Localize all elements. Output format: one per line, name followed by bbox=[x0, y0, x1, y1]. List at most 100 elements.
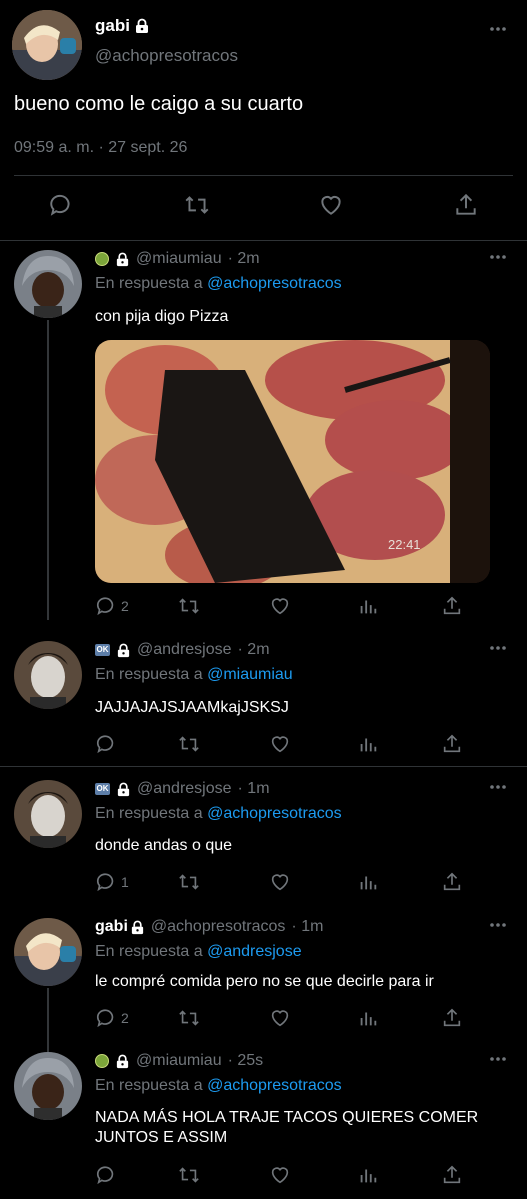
share-icon[interactable] bbox=[453, 192, 479, 218]
in-reply-to-link[interactable]: @miaumiau bbox=[207, 666, 293, 683]
divider bbox=[14, 175, 513, 176]
reply-time[interactable]: · 2m bbox=[238, 641, 270, 659]
more-icon[interactable] bbox=[489, 254, 507, 260]
avatar[interactable] bbox=[14, 918, 82, 986]
lock-icon bbox=[116, 643, 131, 658]
views-icon[interactable] bbox=[357, 871, 379, 893]
like-icon[interactable] bbox=[269, 595, 291, 617]
views-icon[interactable] bbox=[357, 1164, 379, 1186]
reply-text: JAJJAJAJSJAAMkajJSKSJ bbox=[95, 699, 289, 716]
more-icon[interactable] bbox=[489, 1056, 507, 1062]
share-icon[interactable] bbox=[441, 1164, 463, 1186]
lock-icon bbox=[116, 782, 131, 797]
reply-time[interactable]: · 1m bbox=[291, 918, 323, 936]
tweet-text: bueno como le caigo a su cuarto bbox=[14, 93, 304, 115]
reply-text: le compré comida pero no se que decirle … bbox=[95, 973, 434, 990]
tweet-timestamp[interactable]: 09:59 a. m. · 27 sept. 26 bbox=[14, 139, 187, 157]
in-reply-to: En respuesta a @miaumiau bbox=[95, 666, 293, 684]
divider bbox=[0, 240, 527, 241]
author-name-text: gabi bbox=[95, 16, 130, 35]
reply-handle[interactable]: @andresjose bbox=[137, 641, 232, 659]
more-icon[interactable] bbox=[489, 645, 507, 651]
reply-icon[interactable]: 1 bbox=[95, 871, 129, 893]
media-image[interactable]: 22:41 bbox=[95, 340, 490, 583]
avatar[interactable] bbox=[12, 10, 82, 80]
in-reply-prefix: En respuesta a bbox=[95, 666, 203, 683]
in-reply-prefix: En respuesta a bbox=[95, 1077, 203, 1094]
avatar[interactable] bbox=[14, 250, 82, 318]
media-timestamp: 22:41 bbox=[388, 537, 421, 552]
in-reply-to: En respuesta a @achopresotracos bbox=[95, 1077, 342, 1095]
reply-handle[interactable]: @andresjose bbox=[137, 780, 232, 798]
reply-count: 2 bbox=[121, 1010, 129, 1026]
in-reply-to-link[interactable]: @achopresotracos bbox=[207, 805, 342, 822]
thread-line bbox=[47, 988, 49, 1052]
retweet-icon[interactable] bbox=[177, 1007, 201, 1029]
more-icon[interactable] bbox=[489, 26, 507, 32]
retweet-icon[interactable] bbox=[177, 733, 201, 755]
views-icon[interactable] bbox=[357, 1007, 379, 1029]
reply-handle[interactable]: @achopresotracos bbox=[151, 918, 286, 936]
in-reply-to: En respuesta a @achopresotracos bbox=[95, 275, 342, 293]
reply-icon[interactable]: 2 bbox=[95, 595, 129, 617]
reply-text: donde andas o que bbox=[95, 837, 233, 854]
like-icon[interactable] bbox=[318, 192, 344, 218]
views-icon[interactable] bbox=[357, 733, 379, 755]
share-icon[interactable] bbox=[441, 871, 463, 893]
like-icon[interactable] bbox=[269, 1164, 291, 1186]
reply-header: gabi @achopresotracos · 1m bbox=[95, 918, 323, 936]
in-reply-to-link[interactable]: @achopresotracos bbox=[207, 275, 342, 292]
reply-text: NADA MÁS HOLA TRAJE TACOS QUIERES COMER … bbox=[95, 1109, 479, 1146]
in-reply-to-link[interactable]: @andresjose bbox=[207, 943, 302, 960]
reply-header: OK @andresjose · 2m bbox=[95, 641, 270, 659]
lock-icon bbox=[130, 920, 145, 935]
reply-name[interactable]: gabi bbox=[95, 918, 128, 936]
reply-count: 2 bbox=[121, 598, 129, 614]
reply-time[interactable]: · 2m bbox=[228, 250, 260, 268]
in-reply-prefix: En respuesta a bbox=[95, 805, 203, 822]
tweet-actions bbox=[95, 1164, 475, 1188]
like-icon[interactable] bbox=[269, 871, 291, 893]
reply-icon[interactable]: 2 bbox=[95, 1007, 129, 1029]
author-handle[interactable]: @achopresotracos bbox=[95, 46, 238, 66]
reply-icon[interactable] bbox=[48, 192, 74, 218]
in-reply-to-link[interactable]: @achopresotracos bbox=[207, 1077, 342, 1094]
like-icon[interactable] bbox=[269, 733, 291, 755]
reply-icon[interactable] bbox=[95, 733, 121, 755]
reply-icon[interactable] bbox=[95, 1164, 121, 1186]
retweet-icon[interactable] bbox=[177, 1164, 201, 1186]
author-name[interactable]: gabi bbox=[95, 16, 150, 36]
retweet-icon[interactable] bbox=[183, 192, 211, 218]
retweet-icon[interactable] bbox=[177, 595, 201, 617]
reply-handle[interactable]: @miaumiau bbox=[136, 1052, 222, 1070]
ok-badge-icon: OK bbox=[95, 644, 110, 656]
share-icon[interactable] bbox=[441, 595, 463, 617]
avatar[interactable] bbox=[14, 1052, 82, 1120]
share-icon[interactable] bbox=[441, 1007, 463, 1029]
share-icon[interactable] bbox=[441, 733, 463, 755]
kiwi-badge-icon bbox=[95, 1054, 109, 1068]
lock-icon bbox=[115, 1054, 130, 1069]
reply-handle[interactable]: @miaumiau bbox=[136, 250, 222, 268]
main-tweet: gabi @achopresotracos bueno como le caig… bbox=[0, 0, 527, 240]
more-icon[interactable] bbox=[489, 922, 507, 928]
like-icon[interactable] bbox=[269, 1007, 291, 1029]
in-reply-to: En respuesta a @achopresotracos bbox=[95, 805, 342, 823]
avatar[interactable] bbox=[14, 641, 82, 709]
divider bbox=[0, 766, 527, 767]
in-reply-prefix: En respuesta a bbox=[95, 943, 203, 960]
reply-time[interactable]: · 25s bbox=[228, 1052, 264, 1070]
reply-header: OK @andresjose · 1m bbox=[95, 780, 270, 798]
views-icon[interactable] bbox=[357, 595, 379, 617]
more-icon[interactable] bbox=[489, 784, 507, 790]
kiwi-badge-icon bbox=[95, 252, 109, 266]
retweet-icon[interactable] bbox=[177, 871, 201, 893]
tweet-actions bbox=[0, 192, 527, 224]
reply-count: 1 bbox=[121, 874, 129, 890]
tweet-actions: 2 bbox=[95, 1007, 475, 1031]
in-reply-to: En respuesta a @andresjose bbox=[95, 943, 302, 961]
tweet-actions: 1 bbox=[95, 871, 475, 895]
reply-time[interactable]: · 1m bbox=[238, 780, 270, 798]
reply-header: @miaumiau · 25s bbox=[95, 1052, 263, 1070]
avatar[interactable] bbox=[14, 780, 82, 848]
